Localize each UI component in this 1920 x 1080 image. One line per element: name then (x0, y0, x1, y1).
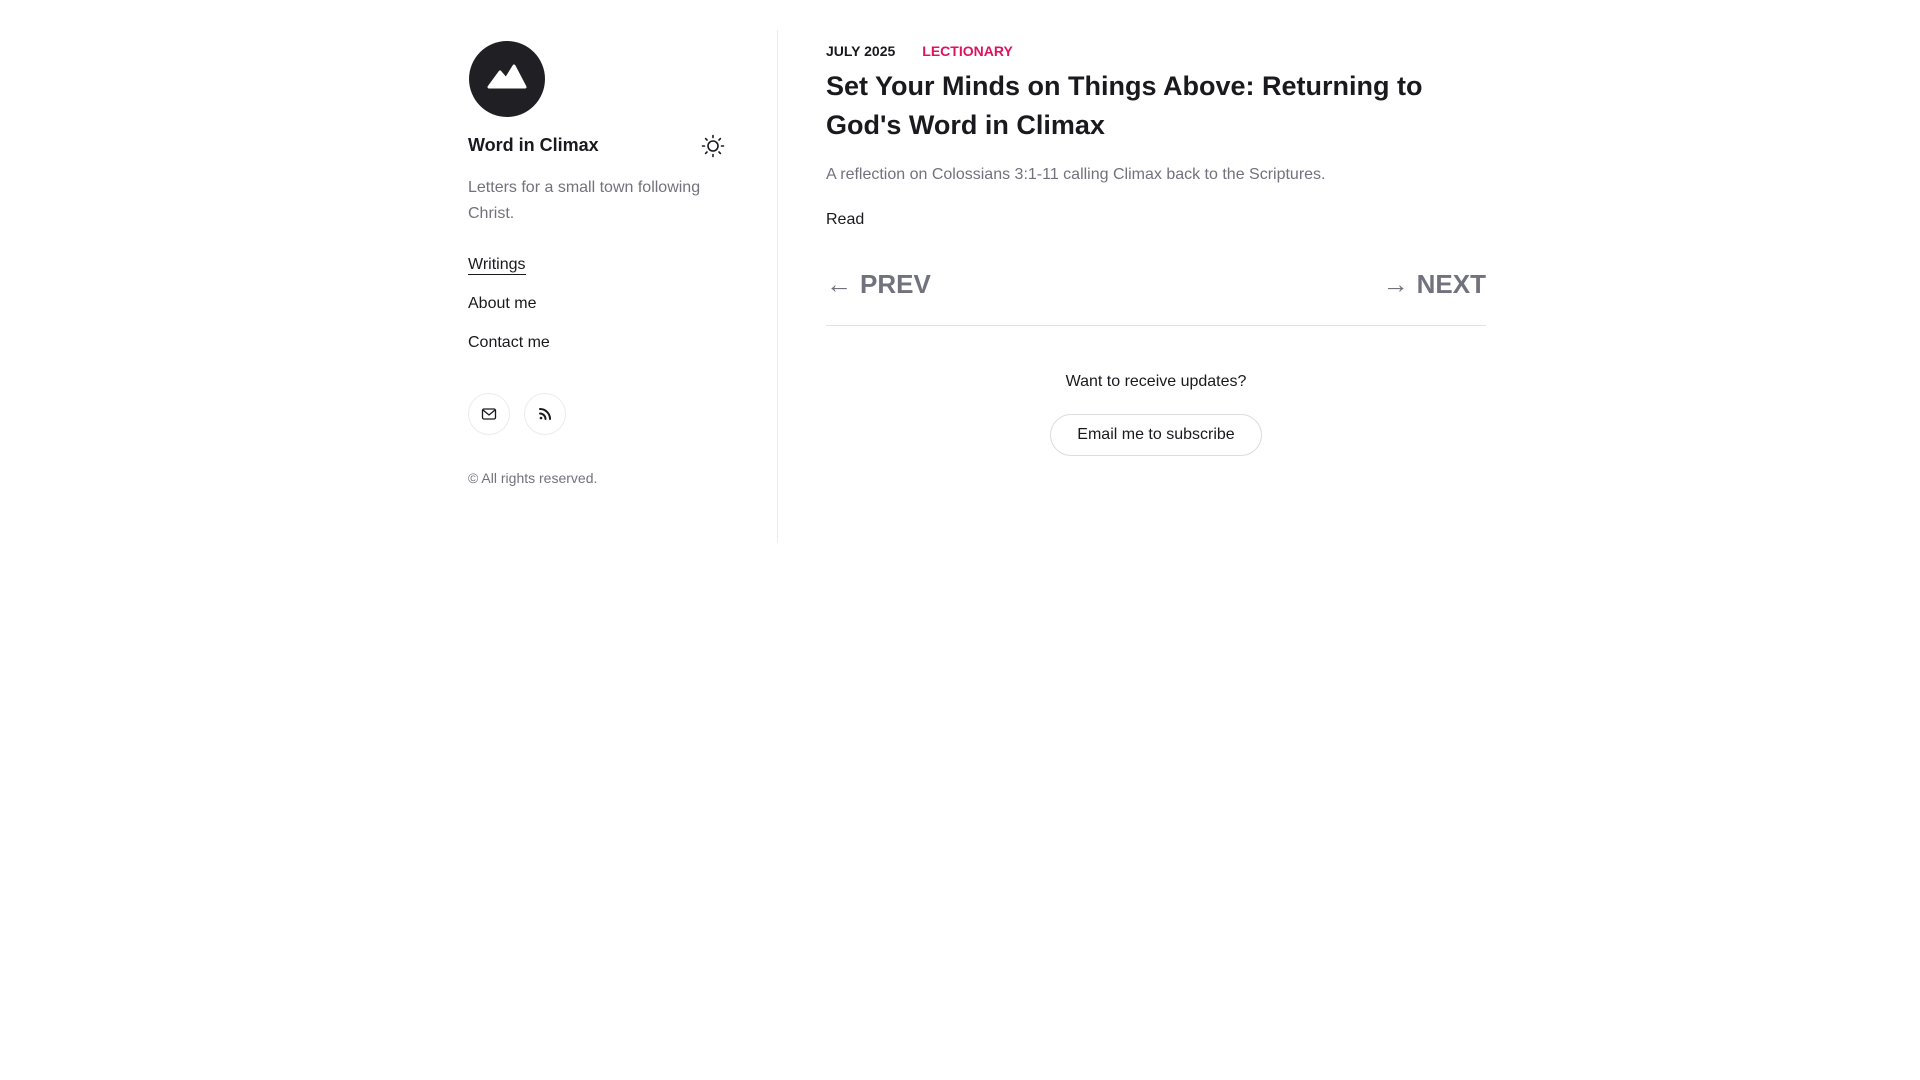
social-links (468, 393, 566, 435)
site-tagline: Letters for a small town following Chris… (468, 179, 701, 222)
nav-link-contact[interactable]: Contact me (468, 334, 550, 351)
copyright-text: © All rights reserved. (468, 470, 598, 486)
post-summary: A reflection on Colossians 3:1-11 callin… (826, 166, 1326, 183)
arrow-left-icon: ← (826, 269, 852, 299)
rss-icon (539, 408, 551, 420)
post-category-link[interactable]: LECTIONARY (922, 42, 1012, 60)
subscribe-section: Want to receive updates? Email me to sub… (826, 372, 1486, 456)
next-page-link[interactable]: → NEXT (1383, 268, 1486, 300)
rss-button[interactable] (524, 393, 566, 435)
site-title[interactable]: Word in Climax (468, 134, 599, 156)
theme-toggle-button[interactable] (698, 131, 728, 161)
sidebar: Word in Climax Letters for a small town … (468, 30, 778, 542)
post-meta: JULY 2025 LECTIONARY (826, 42, 1486, 60)
email-button[interactable] (468, 393, 510, 435)
mail-icon (481, 408, 497, 420)
nav-link-about[interactable]: About me (468, 295, 536, 312)
main-content: JULY 2025 LECTIONARY Set Your Minds on T… (826, 42, 1486, 456)
next-label: NEXT (1416, 269, 1486, 299)
sun-icon (701, 134, 725, 158)
post-card: JULY 2025 LECTIONARY Set Your Minds on T… (826, 42, 1486, 230)
prev-label: PREV (860, 269, 931, 299)
nav-item-about: About me (468, 294, 550, 333)
divider (826, 325, 1486, 326)
nav-item-contact: Contact me (468, 333, 550, 372)
mountain-icon (487, 64, 527, 89)
arrow-right-icon: → (1382, 269, 1409, 299)
page: Word in Climax Letters for a small town … (0, 0, 1920, 1080)
site-logo[interactable] (469, 41, 545, 117)
nav-link-writings[interactable]: Writings (468, 256, 526, 275)
post-date: JULY 2025 (826, 43, 896, 59)
pagination: ← PREV → NEXT (826, 268, 1486, 308)
subscribe-prompt: Want to receive updates? (1065, 373, 1247, 390)
subscribe-button[interactable]: Email me to subscribe (1050, 414, 1262, 456)
read-link[interactable]: Read (826, 210, 864, 230)
post-title[interactable]: Set Your Minds on Things Above: Returnin… (826, 67, 1486, 145)
main-nav: Writings About me Contact me (468, 255, 550, 372)
nav-item-writings: Writings (468, 255, 550, 294)
prev-page-link[interactable]: ← PREV (826, 268, 931, 300)
